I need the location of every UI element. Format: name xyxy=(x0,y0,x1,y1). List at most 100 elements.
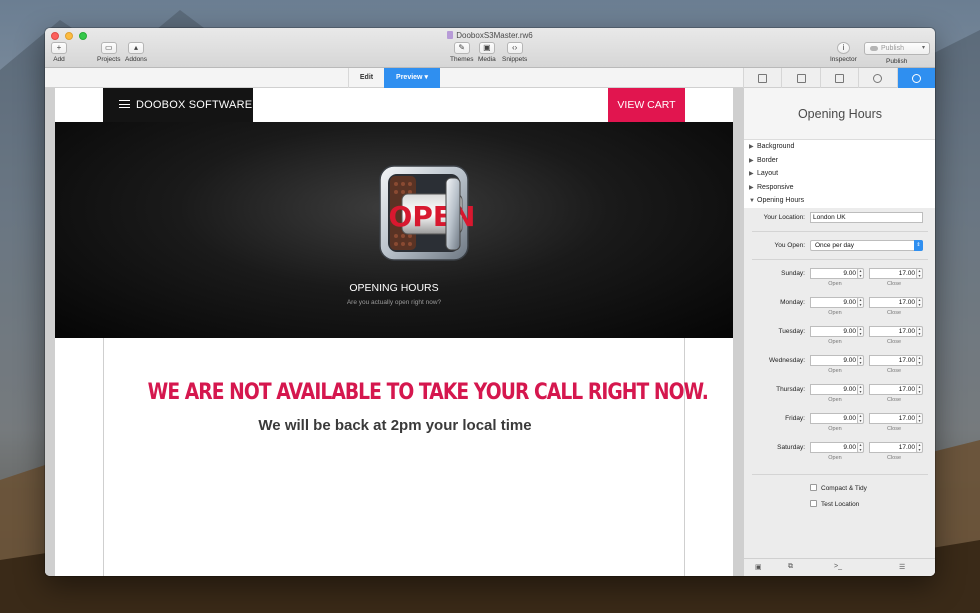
code-icon: ‹› xyxy=(506,42,523,54)
section-background[interactable]: ▶ Background xyxy=(744,140,935,154)
toolbar: DooboxS3Master.rw6 + Add ▭ Projects ▴ Ad… xyxy=(45,28,935,68)
plus-icon: + xyxy=(51,42,67,54)
open-time-stepper[interactable]: ▴ ▾ xyxy=(857,442,864,453)
section-label: Border xyxy=(757,156,779,164)
open-time-input[interactable]: 9.00 xyxy=(810,384,860,395)
tab-effects[interactable] xyxy=(858,68,896,88)
open-time-stepper[interactable]: ▴ ▾ xyxy=(857,297,864,308)
content-section: WE ARE NOT AVAILABLE TO TAKE YOUR CALL R… xyxy=(103,338,709,576)
open-time-input[interactable]: 9.00 xyxy=(810,442,860,453)
close-time-stepper[interactable]: ▴ ▾ xyxy=(916,297,923,308)
inspector-title: Opening Hours xyxy=(744,88,935,140)
publish-button-label: Publish xyxy=(881,45,904,52)
chevron-down-icon: ▾ xyxy=(921,45,925,51)
test-location-checkbox[interactable]: Test Location xyxy=(810,500,930,510)
edit-mode-button[interactable]: Edit xyxy=(348,68,384,88)
tab-stack-settings[interactable] xyxy=(896,68,935,88)
checkbox-icon xyxy=(810,500,817,507)
close-time-input[interactable]: 17.00 xyxy=(869,268,919,279)
day-label: Thursday: xyxy=(776,386,805,393)
section-label: Layout xyxy=(757,170,779,177)
open-time-input[interactable]: 9.00 xyxy=(810,268,860,279)
disclosure-right-icon: ▶ xyxy=(749,144,754,150)
sliders-icon[interactable]: ☰ xyxy=(899,563,905,571)
snippets-button[interactable]: ‹› Snippets xyxy=(502,42,527,63)
hero-banner: OPEN OPENING HOURS Are you actually open… xyxy=(55,122,733,338)
themes-icon: ✎ xyxy=(453,42,470,54)
open-time-stepper[interactable]: ▴ ▾ xyxy=(857,355,864,366)
close-time-input[interactable]: 17.00 xyxy=(869,384,919,395)
inspector-button[interactable]: i Inspector xyxy=(830,42,857,63)
preview-mode-button[interactable]: Preview ▾ xyxy=(384,68,440,88)
view-cart-button[interactable]: VIEW CART xyxy=(608,88,685,122)
section-border[interactable]: ▶ Border xyxy=(744,154,935,168)
close-time-stepper[interactable]: ▴ ▾ xyxy=(916,384,923,395)
close-time-stepper[interactable]: ▴ ▾ xyxy=(916,355,923,366)
close-time-input[interactable]: 17.00 xyxy=(869,413,919,424)
app-window: DooboxS3Master.rw6 + Add ▭ Projects ▴ Ad… xyxy=(45,28,935,576)
themes-button[interactable]: ✎ Themes xyxy=(450,42,473,63)
close-time-stepper[interactable]: ▴ ▾ xyxy=(916,413,923,424)
location-label: Your Location: xyxy=(763,214,805,221)
day-row: Thursday: 9.00 ▴ ▾ Open 17.00 ▴ ▾ Close xyxy=(744,384,935,406)
location-input[interactable]: London UK xyxy=(810,212,923,223)
open-time-input[interactable]: 9.00 xyxy=(810,297,860,308)
media-button[interactable]: ▣ Media xyxy=(478,42,496,63)
day-label: Tuesday: xyxy=(778,328,806,335)
section-responsive[interactable]: ▶ Responsive xyxy=(744,181,935,195)
close-time-input[interactable]: 17.00 xyxy=(869,297,919,308)
projects-button[interactable]: ▭ Projects xyxy=(97,42,120,63)
open-time-input[interactable]: 9.00 xyxy=(810,413,860,424)
open-time-stepper[interactable]: ▴ ▾ xyxy=(857,326,864,337)
safe-open-text: OPEN xyxy=(389,200,476,233)
close-time-stepper[interactable]: ▴ ▾ xyxy=(916,442,923,453)
tab-layout[interactable] xyxy=(781,68,819,88)
preview-gutter-left xyxy=(45,88,55,576)
projects-icon: ▭ xyxy=(100,42,117,54)
projects-label: Projects xyxy=(97,56,121,63)
open-sublabel: Open xyxy=(828,426,842,432)
web-page: DOOBOX SOFTWARE VIEW CART OPEN OPENING H… xyxy=(55,88,733,576)
inspector-label: Inspector xyxy=(830,56,857,63)
compact-tidy-checkbox[interactable]: Compact & Tidy xyxy=(810,484,930,494)
publish-button[interactable]: Publish ▾ xyxy=(864,42,930,55)
section-label: Background xyxy=(757,143,795,150)
section-opening-hours[interactable]: ▼ Opening Hours xyxy=(744,194,935,208)
close-time-input[interactable]: 17.00 xyxy=(869,355,919,366)
snippets-label: Snippets xyxy=(502,56,528,63)
section-layout[interactable]: ▶ Layout xyxy=(744,167,935,181)
close-time-stepper[interactable]: ▴ ▾ xyxy=(916,268,923,279)
terminal-icon[interactable]: >_ xyxy=(834,563,842,570)
open-time-stepper[interactable]: ▴ ▾ xyxy=(857,384,864,395)
close-time-input[interactable]: 17.00 xyxy=(869,326,919,337)
document-title-text: DooboxS3Master.rw6 xyxy=(456,31,533,40)
addons-button[interactable]: ▴ Addons xyxy=(125,42,147,63)
open-sublabel: Open xyxy=(828,455,842,461)
target-icon xyxy=(873,73,883,83)
close-time-input[interactable]: 17.00 xyxy=(869,442,919,453)
compact-tidy-label: Compact & Tidy xyxy=(821,485,867,492)
media-label: Media xyxy=(478,56,496,63)
location-row: Your Location: London UK xyxy=(744,212,935,224)
open-time-stepper[interactable]: ▴ ▾ xyxy=(857,268,864,279)
open-time-input[interactable]: 9.00 xyxy=(810,326,860,337)
day-row: Tuesday: 9.00 ▴ ▾ Open 17.00 ▴ ▾ Close xyxy=(744,326,935,348)
return-time-text: We will be back at 2pm your local time xyxy=(258,417,532,434)
test-location-label: Test Location xyxy=(821,501,860,508)
close-time-stepper[interactable]: ▴ ▾ xyxy=(916,326,923,337)
mode-bar: Edit Preview ▾ xyxy=(45,68,743,88)
stacks-icon[interactable]: ▣ xyxy=(755,563,762,571)
tab-style[interactable] xyxy=(819,68,858,88)
tab-page[interactable] xyxy=(743,68,781,88)
duplicate-icon[interactable]: ⧉ xyxy=(788,563,793,571)
add-label: Add xyxy=(53,56,65,63)
close-sublabel: Close xyxy=(886,426,902,432)
open-sublabel: Open xyxy=(828,281,842,287)
you-open-select[interactable]: Once per day ⇕ xyxy=(810,240,923,251)
brand-menu[interactable]: DOOBOX SOFTWARE xyxy=(103,88,253,122)
day-row: Sunday: 9.00 ▴ ▾ Open 17.00 ▴ ▾ Close xyxy=(744,268,935,290)
open-time-input[interactable]: 9.00 xyxy=(810,355,860,366)
add-button[interactable]: + Add xyxy=(51,42,67,63)
open-time-stepper[interactable]: ▴ ▾ xyxy=(857,413,864,424)
preview-scrollbar[interactable] xyxy=(733,88,743,576)
